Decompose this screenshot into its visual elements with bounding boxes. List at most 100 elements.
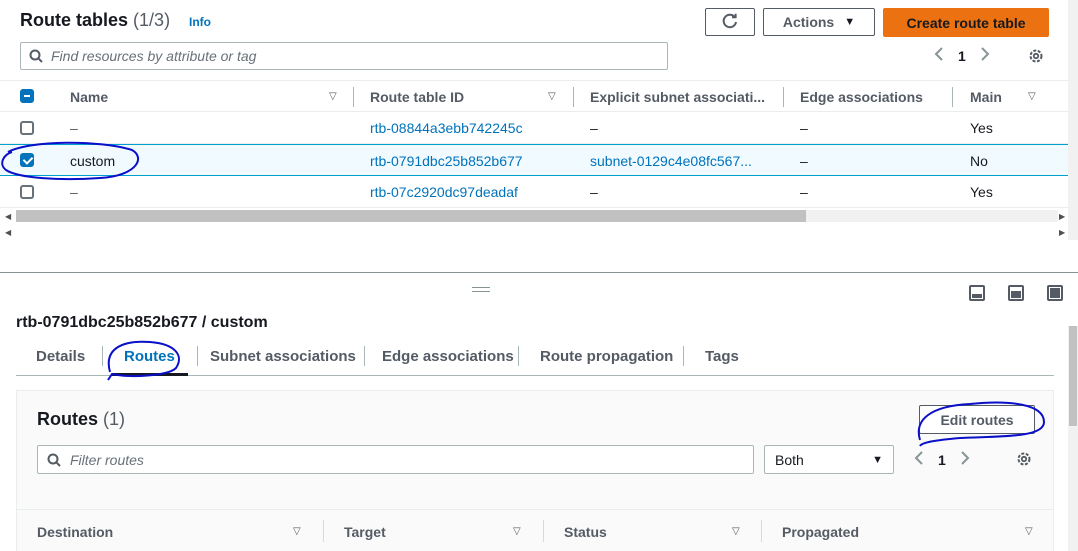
sort-caret-icon[interactable]: ▽ — [513, 526, 521, 537]
route-table-id-link[interactable]: rtb-0791dbc25b852b677 — [370, 153, 523, 169]
column-divider[interactable] — [952, 87, 953, 107]
row-subnet: – — [590, 184, 598, 200]
column-header-target[interactable]: Target — [344, 524, 386, 540]
create-route-table-button[interactable]: Create route table — [883, 8, 1049, 37]
column-header-main[interactable]: Main — [970, 89, 1002, 105]
info-link[interactable]: Info — [189, 15, 211, 29]
column-divider[interactable] — [323, 520, 324, 542]
scroll-thumb[interactable] — [16, 210, 806, 222]
sort-caret-icon[interactable]: ▽ — [548, 91, 556, 102]
tab-tags[interactable]: Tags — [705, 348, 739, 365]
route-tables-panel: Route tables (1/3) Info Actions ▼ Create… — [0, 0, 1078, 272]
panel-splitter[interactable] — [0, 272, 1078, 273]
table-row[interactable]: custom rtb-0791dbc25b852b677 subnet-0129… — [0, 144, 1068, 176]
active-tab-indicator — [112, 373, 188, 376]
table-row[interactable]: – rtb-07c2920dc97deadaf – – Yes — [0, 176, 1068, 208]
caret-down-icon: ▼ — [844, 16, 856, 28]
row-name: custom — [70, 153, 116, 169]
table-row[interactable]: – rtb-08844a3ebb742245c – – Yes — [0, 112, 1068, 144]
resize-grip-icon[interactable] — [472, 287, 490, 292]
edit-routes-button[interactable]: Edit routes — [919, 405, 1035, 434]
vertical-scrollbar[interactable] — [1068, 0, 1078, 240]
routes-title: Routes (1) — [37, 409, 125, 430]
column-header-destination[interactable]: Destination — [37, 524, 113, 540]
chevron-left-icon[interactable] — [914, 450, 924, 469]
scroll-right-icon[interactable]: ▶ — [1059, 228, 1065, 237]
sort-caret-icon[interactable]: ▽ — [293, 526, 301, 537]
scroll-thumb[interactable] — [1069, 326, 1077, 426]
vertical-scrollbar[interactable] — [1068, 326, 1078, 551]
row-checkbox[interactable] — [20, 185, 34, 199]
selection-count: (1/3) — [133, 10, 171, 30]
row-name: – — [70, 184, 78, 200]
route-table-id-link[interactable]: rtb-07c2920dc97deadaf — [370, 184, 518, 200]
row-main: Yes — [970, 120, 993, 136]
detail-tabs: Details Routes Subnet associations Edge … — [16, 340, 1054, 376]
tab-details[interactable]: Details — [36, 348, 85, 365]
gear-icon[interactable] — [1015, 450, 1033, 471]
sort-caret-icon[interactable]: ▽ — [1025, 526, 1033, 537]
filter-routes-input[interactable]: Filter routes — [37, 445, 754, 474]
row-checkbox[interactable] — [20, 121, 34, 135]
select-all-checkbox[interactable] — [20, 89, 34, 103]
routes-table-header: Destination ▽ Target ▽ Status ▽ Propagat… — [17, 509, 1053, 551]
search-input[interactable]: Find resources by attribute or tag — [20, 42, 668, 70]
row-main: Yes — [970, 184, 993, 200]
tab-route-propagation[interactable]: Route propagation — [540, 348, 673, 365]
sort-caret-icon[interactable]: ▽ — [329, 91, 337, 102]
chevron-right-icon[interactable] — [980, 46, 990, 65]
filter-placeholder: Filter routes — [70, 451, 144, 468]
row-edge: – — [800, 153, 808, 169]
route-type-select[interactable]: Both ▼ — [764, 445, 894, 474]
tab-divider — [364, 346, 365, 366]
page-number[interactable]: 1 — [938, 452, 946, 468]
panel-layout-bottom-icon[interactable] — [969, 285, 985, 301]
tab-edge-associations[interactable]: Edge associations — [382, 348, 514, 365]
scroll-right-icon[interactable]: ▶ — [1059, 212, 1065, 221]
refresh-button[interactable] — [705, 8, 755, 36]
column-header-edge-associations[interactable]: Edge associations — [800, 89, 923, 105]
column-header-propagated[interactable]: Propagated — [782, 524, 859, 540]
row-name: – — [70, 120, 78, 136]
routes-count: (1) — [103, 409, 126, 429]
column-header-status[interactable]: Status — [564, 524, 607, 540]
row-subnet: – — [590, 120, 598, 136]
sort-caret-icon[interactable]: ▽ — [1028, 91, 1036, 102]
route-table-id-link[interactable]: rtb-08844a3ebb742245c — [370, 120, 523, 136]
page-number[interactable]: 1 — [958, 48, 966, 64]
gear-icon[interactable] — [1027, 47, 1045, 68]
column-divider[interactable] — [573, 87, 574, 107]
actions-label: Actions — [782, 14, 835, 30]
tab-subnet-associations[interactable]: Subnet associations — [210, 348, 356, 365]
row-main: No — [970, 153, 988, 169]
sort-caret-icon[interactable]: ▽ — [732, 526, 740, 537]
chevron-right-icon[interactable] — [960, 450, 970, 469]
column-divider[interactable] — [783, 87, 784, 107]
chevron-left-icon[interactable] — [934, 46, 944, 65]
page-title: Route tables (1/3) — [20, 10, 170, 31]
column-header-route-table-id[interactable]: Route table ID — [370, 89, 464, 105]
routes-title-text: Routes — [37, 409, 99, 429]
pagination: 1 — [934, 46, 990, 65]
subnet-link[interactable]: subnet-0129c4e08fc567... — [590, 153, 752, 169]
column-divider[interactable] — [543, 520, 544, 542]
column-header-name[interactable]: Name — [70, 89, 108, 105]
column-divider[interactable] — [761, 520, 762, 542]
column-header-explicit-subnet[interactable]: Explicit subnet associati... — [590, 89, 765, 105]
row-checkbox[interactable] — [20, 153, 34, 167]
search-placeholder: Find resources by attribute or tag — [51, 48, 257, 64]
horizontal-scrollbar[interactable]: ◀ ▶ ◀ ▶ — [0, 208, 1068, 240]
tab-divider — [518, 346, 519, 366]
column-divider[interactable] — [353, 87, 354, 107]
tab-divider — [683, 346, 684, 366]
panel-layout-split-icon[interactable] — [1008, 285, 1024, 301]
refresh-icon — [722, 13, 737, 29]
scroll-left-icon[interactable]: ◀ — [5, 228, 11, 237]
search-icon — [38, 453, 70, 467]
scroll-left-icon[interactable]: ◀ — [5, 212, 11, 221]
row-edge: – — [800, 120, 808, 136]
routes-pagination: 1 — [914, 450, 970, 469]
tab-routes[interactable]: Routes — [124, 348, 175, 365]
actions-dropdown-button[interactable]: Actions ▼ — [763, 8, 875, 36]
panel-layout-full-icon[interactable] — [1047, 285, 1063, 301]
